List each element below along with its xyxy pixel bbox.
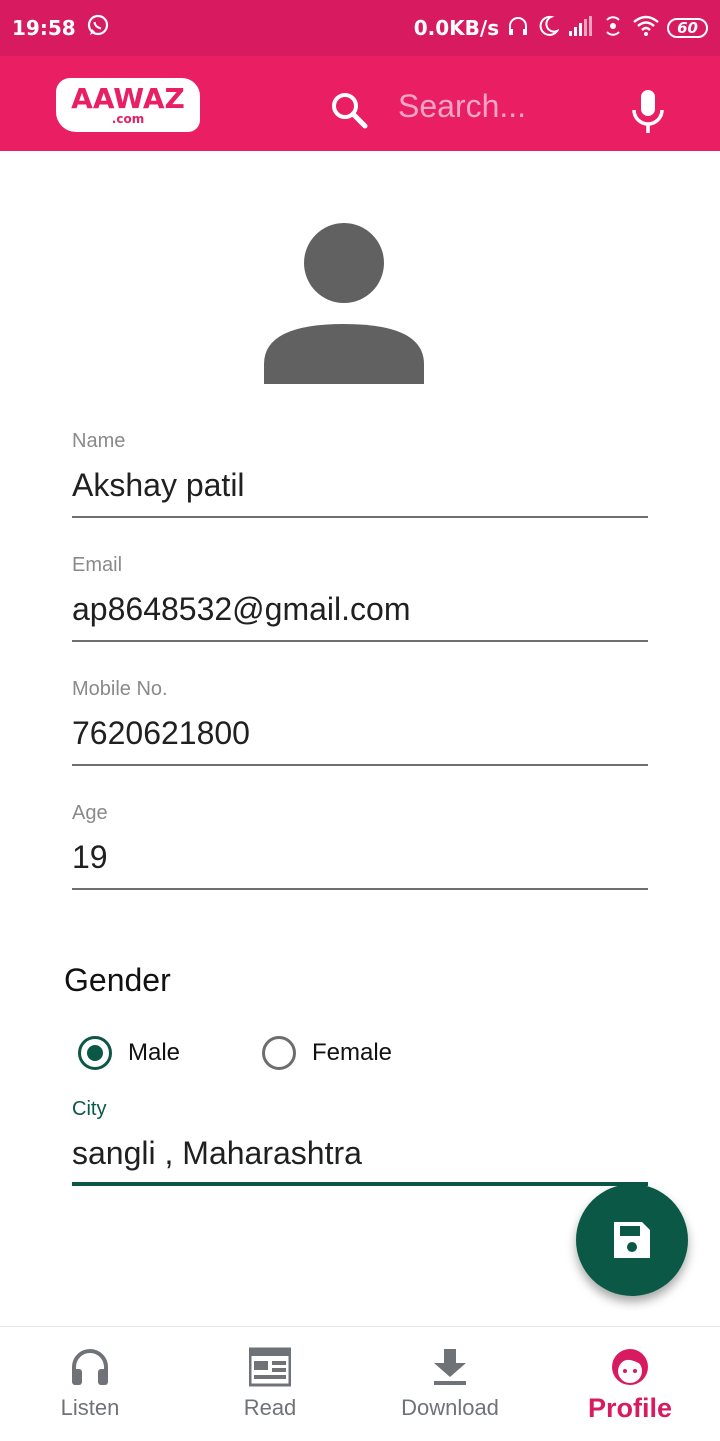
newspaper-icon: [249, 1347, 291, 1387]
nav-profile-label: Profile: [587, 1393, 673, 1423]
moon-icon: [537, 15, 560, 42]
gender-option-female[interactable]: Female: [262, 1036, 392, 1070]
profile-face-icon: [612, 1349, 648, 1385]
gender-option-male[interactable]: Male: [78, 1036, 180, 1070]
nav-download[interactable]: Download: [360, 1327, 540, 1441]
whatsapp-icon: [86, 14, 110, 43]
name-field[interactable]: Name Akshay patil: [72, 430, 648, 518]
save-icon: [614, 1222, 650, 1258]
mobile-field[interactable]: Mobile No. 7620621800: [72, 678, 648, 766]
nav-listen-label: Listen: [60, 1395, 120, 1420]
headphones-icon: [72, 1349, 108, 1385]
logo-text: AAWAZ: [71, 82, 185, 115]
app-bar: AAWAZ .com: [0, 56, 720, 151]
mobile-label: Mobile No.: [72, 678, 168, 700]
age-value[interactable]: 19: [72, 839, 648, 890]
headset-status-icon: [507, 15, 529, 42]
download-icon: [434, 1349, 466, 1385]
nav-listen[interactable]: Listen: [0, 1327, 180, 1441]
nav-download-label: Download: [401, 1395, 499, 1420]
status-time: 19:58: [12, 16, 76, 40]
city-label: City: [72, 1098, 107, 1120]
city-value[interactable]: sangli , Maharashtra: [72, 1135, 648, 1186]
email-label: Email: [72, 554, 123, 576]
mobile-value[interactable]: 7620621800: [72, 715, 648, 766]
wifi-icon: [633, 15, 659, 42]
age-label: Age: [72, 802, 108, 824]
city-field[interactable]: City sangli , Maharashtra: [72, 1098, 648, 1186]
name-value[interactable]: Akshay patil: [72, 467, 648, 518]
gender-title: Gender: [64, 962, 171, 998]
bottom-navigation: Listen Read Download Profile: [0, 1326, 720, 1441]
male-radio[interactable]: [78, 1036, 112, 1070]
save-button[interactable]: [576, 1184, 688, 1296]
nav-profile[interactable]: Profile: [540, 1327, 720, 1441]
female-label[interactable]: Female: [312, 1039, 392, 1067]
logo-domain: .com: [111, 112, 145, 126]
nav-read-label: Read: [243, 1395, 297, 1420]
search-input[interactable]: [398, 88, 598, 125]
aawaz-logo[interactable]: AAWAZ .com: [56, 78, 200, 132]
female-radio[interactable]: [262, 1036, 296, 1070]
age-field[interactable]: Age 19: [72, 802, 648, 890]
search-icon[interactable]: [330, 91, 368, 129]
email-field[interactable]: Email ap8648532@gmail.com: [72, 554, 648, 642]
nav-read[interactable]: Read: [180, 1327, 360, 1441]
battery-icon: 60: [667, 18, 708, 38]
email-value[interactable]: ap8648532@gmail.com: [72, 591, 648, 642]
status-bar: 19:58 0.0KB/s 60: [0, 0, 720, 56]
male-label[interactable]: Male: [128, 1039, 180, 1067]
hotspot-icon: [601, 15, 625, 42]
name-label: Name: [72, 430, 126, 452]
network-speed: 0.0KB/s: [413, 16, 500, 40]
person-icon: [264, 223, 424, 384]
signal-icon: [567, 15, 593, 42]
microphone-icon[interactable]: [630, 90, 666, 134]
avatar[interactable]: [260, 222, 428, 384]
